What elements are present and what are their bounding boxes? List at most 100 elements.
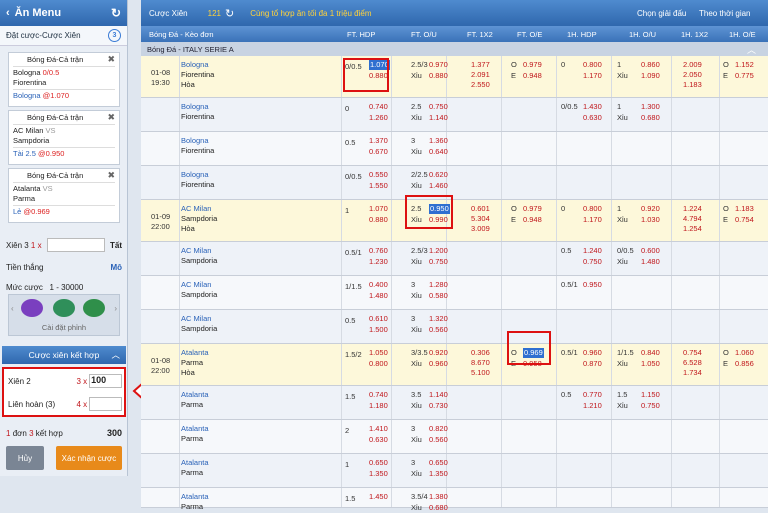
odds-away[interactable]: 0.670 (369, 147, 388, 157)
odds-over[interactable]: 0.920 (429, 348, 448, 358)
odds-away[interactable]: 0.880 (369, 215, 388, 225)
odds-under[interactable]: 0.730 (429, 401, 448, 411)
odds-away[interactable]: 1.550 (369, 181, 388, 191)
1h-odds-away[interactable]: 1.210 (583, 401, 602, 411)
1h-odds-over[interactable]: 0.860 (641, 60, 660, 70)
1h-odds-away[interactable]: 0.750 (583, 257, 602, 267)
odds-under[interactable]: 1.460 (429, 181, 448, 191)
1h-odds-away[interactable]: 0.630 (583, 113, 602, 123)
odds-under[interactable]: 0.960 (429, 359, 448, 369)
odds-home[interactable]: 1.050 (369, 348, 388, 358)
odds-even[interactable]: 0.948 (523, 71, 542, 81)
odds-home[interactable]: 1.450 (369, 492, 388, 502)
1h-odds-odd[interactable]: 1.152 (735, 60, 754, 70)
chevron-up-icon[interactable]: ︿ (747, 43, 756, 56)
xien-stake-input[interactable] (46, 238, 105, 252)
odds-x[interactable]: 5.100 (471, 368, 490, 378)
odds-home[interactable]: 0.760 (369, 246, 388, 256)
1h-odds-under[interactable]: 0.750 (641, 401, 660, 411)
odds-under[interactable]: 0.560 (429, 325, 448, 335)
odds-home[interactable]: 0.740 (369, 390, 388, 400)
1h-odds-1[interactable]: 1.224 (683, 204, 702, 214)
odds-1[interactable]: 0.306 (471, 348, 490, 358)
1h-odds-under[interactable]: 1.480 (641, 257, 660, 267)
odds-away[interactable]: 1.260 (369, 113, 388, 123)
1h-odds-2[interactable]: 4.794 (683, 214, 702, 224)
odds-home[interactable]: 0.400 (369, 280, 388, 290)
odds-over[interactable]: 1.140 (429, 390, 448, 400)
time-sort-select[interactable]: Theo thời gian (699, 9, 751, 18)
odds-odd[interactable]: 0.979 (523, 60, 542, 70)
combo-stake-input[interactable]: 100 (89, 374, 123, 388)
odds-under[interactable]: 1.140 (429, 113, 448, 123)
1h-odds-home[interactable]: 0.800 (583, 60, 602, 70)
odds-home[interactable]: 1.070 (369, 204, 388, 214)
odds-over[interactable]: 1.200 (429, 246, 448, 256)
odds-2[interactable]: 5.304 (471, 214, 490, 224)
odds-over[interactable]: 0.820 (429, 424, 448, 434)
odds-over[interactable]: 1.280 (429, 280, 448, 290)
chevron-left-icon[interactable]: ‹ (11, 304, 14, 313)
1h-odds-odd[interactable]: 1.060 (735, 348, 754, 358)
1h-odds-over[interactable]: 0.840 (641, 348, 660, 358)
1h-odds-home[interactable]: 1.430 (583, 102, 602, 112)
1h-odds-under[interactable]: 1.050 (641, 359, 660, 369)
odds-away[interactable]: 1.180 (369, 401, 388, 411)
odds-under[interactable]: 0.880 (429, 71, 448, 81)
1h-odds-under[interactable]: 0.680 (641, 113, 660, 123)
odds-under[interactable]: 0.560 (429, 435, 448, 445)
odds-away[interactable]: 0.630 (369, 435, 388, 445)
confirm-bet-button[interactable]: Xác nhận cược (56, 446, 122, 470)
chevron-left-icon[interactable]: ‹ (6, 7, 10, 19)
odds-over[interactable]: 0.750 (429, 102, 448, 112)
1h-odds-even[interactable]: 0.775 (735, 71, 754, 81)
chevron-right-icon[interactable]: › (114, 304, 117, 313)
odds-over[interactable]: 1.320 (429, 314, 448, 324)
chip-avatar-1[interactable] (21, 299, 43, 317)
odds-x[interactable]: 2.550 (471, 80, 490, 90)
odds-under[interactable]: 0.750 (429, 257, 448, 267)
chip-avatar-3[interactable] (83, 299, 105, 317)
odds-away[interactable]: 0.800 (369, 359, 388, 369)
1h-odds-x[interactable]: 1.183 (683, 80, 702, 90)
odds-away[interactable]: 1.500 (369, 325, 388, 335)
combo-header[interactable]: Cược xiên kết hợp ︿ (2, 346, 126, 364)
odds-over[interactable]: 1.360 (429, 136, 448, 146)
1h-odds-over[interactable]: 0.920 (641, 204, 660, 214)
close-icon[interactable]: ✖ (107, 112, 115, 122)
odds-under[interactable]: 0.580 (429, 291, 448, 301)
refresh-icon[interactable]: ↻ (225, 7, 234, 20)
1h-odds-away[interactable]: 0.870 (583, 359, 602, 369)
odds-1[interactable]: 0.601 (471, 204, 490, 214)
odds-home[interactable]: 0.550 (369, 170, 388, 180)
odds-odd[interactable]: 0.979 (523, 204, 542, 214)
odds-x[interactable]: 3.009 (471, 224, 490, 234)
odds-home[interactable]: 1.370 (369, 136, 388, 146)
odds-home[interactable]: 0.610 (369, 314, 388, 324)
1h-odds-home[interactable]: 0.800 (583, 204, 602, 214)
league-select[interactable]: Chọn giải đấu (637, 9, 686, 18)
1h-odds-home[interactable]: 1.240 (583, 246, 602, 256)
odds-under[interactable]: 0.680 (429, 503, 448, 513)
odds-even[interactable]: 0.948 (523, 215, 542, 225)
1h-odds-away[interactable]: 1.170 (583, 71, 602, 81)
1h-odds-over[interactable]: 1.150 (641, 390, 660, 400)
1h-odds-over[interactable]: 0.600 (641, 246, 660, 256)
chip-settings-button[interactable]: Cài đặt phỉnh (9, 323, 119, 332)
odds-home[interactable]: 1.410 (369, 424, 388, 434)
close-icon[interactable]: ✖ (107, 170, 115, 180)
combo-stake-input[interactable] (89, 397, 122, 411)
odds-home[interactable]: 0.650 (369, 458, 388, 468)
chevron-up-icon[interactable]: ︿ (111, 349, 120, 361)
odds-2[interactable]: 2.091 (471, 70, 490, 80)
1h-odds-even[interactable]: 0.856 (735, 359, 754, 369)
1h-odds-1[interactable]: 0.754 (683, 348, 702, 358)
1h-odds-2[interactable]: 2.050 (683, 70, 702, 80)
xien-all-button[interactable]: Tất (110, 241, 122, 250)
refresh-icon[interactable]: ↻ (111, 6, 121, 20)
1h-odds-home[interactable]: 0.960 (583, 348, 602, 358)
1h-odds-over[interactable]: 1.300 (641, 102, 660, 112)
cancel-button[interactable]: Hủy (6, 446, 44, 470)
chip-avatar-2[interactable] (53, 299, 75, 317)
odds-2[interactable]: 8.670 (471, 358, 490, 368)
